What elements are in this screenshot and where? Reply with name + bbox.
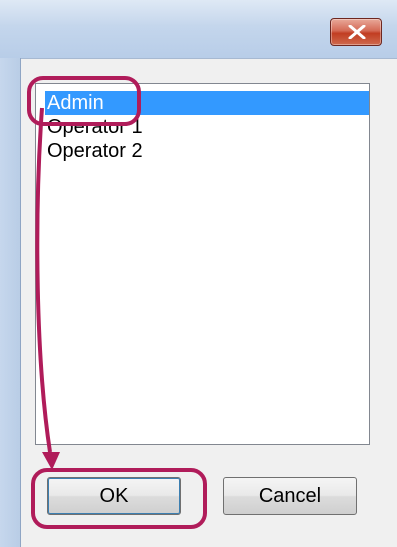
annotation-arrow-head xyxy=(42,452,60,470)
close-button[interactable] xyxy=(330,18,382,46)
user-listbox[interactable]: Admin Operator 1 Operator 2 xyxy=(35,83,370,445)
ok-button[interactable]: OK xyxy=(47,477,181,515)
list-item-operator-2[interactable]: Operator 2 xyxy=(45,139,369,163)
list-item-admin[interactable]: Admin xyxy=(45,91,369,115)
user-select-dialog: Admin Operator 1 Operator 2 OK Cancel xyxy=(0,0,397,547)
window-frame-left xyxy=(0,58,21,547)
close-icon xyxy=(348,25,366,39)
cancel-button[interactable]: Cancel xyxy=(223,477,357,515)
title-bar[interactable] xyxy=(0,0,397,59)
list-item-operator-1[interactable]: Operator 1 xyxy=(45,115,369,139)
